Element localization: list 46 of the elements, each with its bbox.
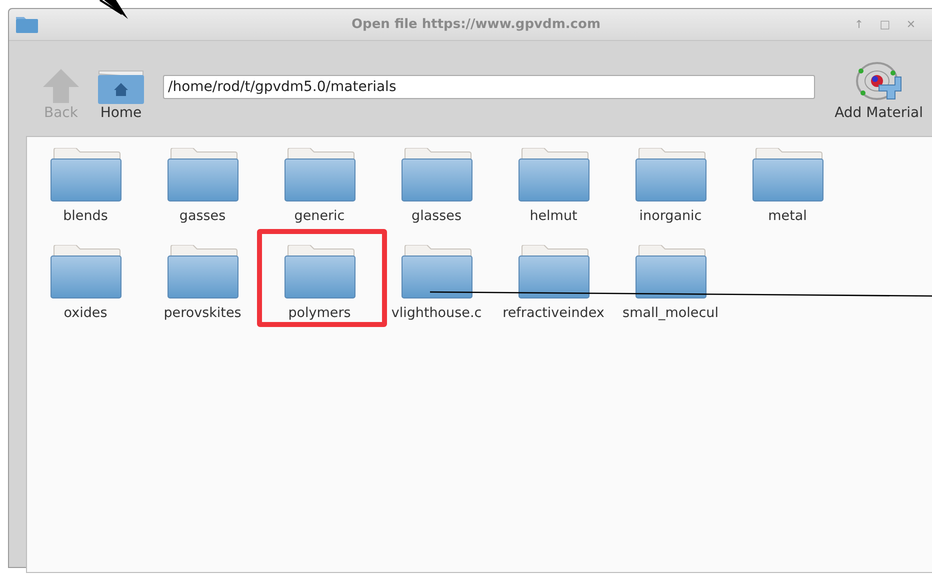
folder-item[interactable]: oxides — [27, 243, 144, 340]
folder-item[interactable]: perovskites — [144, 243, 261, 340]
folder-item[interactable]: vlighthouse.c — [378, 243, 495, 340]
folder-name: vlighthouse.c — [391, 305, 482, 321]
home-button[interactable]: Home — [93, 69, 149, 129]
folder-name: glasses — [412, 208, 462, 224]
home-folder-icon — [97, 69, 145, 105]
folder-item[interactable]: polymers — [261, 243, 378, 340]
folder-item[interactable]: small_molecul — [612, 243, 729, 340]
folder-item[interactable]: blends — [27, 146, 144, 243]
folder-item[interactable]: refractiveindex — [495, 243, 612, 340]
folder-item[interactable]: metal — [729, 146, 846, 243]
folder-icon — [15, 16, 39, 34]
window-title: Open file https://www.gpvdm.com — [350, 17, 602, 32]
folder-name: generic — [294, 208, 345, 224]
folder-item[interactable]: generic — [261, 146, 378, 243]
folder-name: helmut — [530, 208, 578, 224]
folder-name: gasses — [179, 208, 226, 224]
folder-icon — [284, 245, 356, 299]
folder-name: polymers — [288, 305, 351, 321]
folder-icon — [50, 245, 122, 299]
folder-icon — [518, 245, 590, 299]
folder-item[interactable]: helmut — [495, 146, 612, 243]
folder-icon — [284, 148, 356, 202]
folder-icon — [50, 148, 122, 202]
folder-name: metal — [768, 208, 807, 224]
folder-name: refractiveindex — [502, 305, 604, 321]
folder-icon — [752, 148, 824, 202]
add-material-button[interactable]: Add Material — [830, 61, 927, 129]
up-arrow-icon — [41, 67, 81, 105]
folder-name: small_molecul — [622, 305, 718, 321]
folder-item[interactable]: inorganic — [612, 146, 729, 243]
folder-icon — [400, 148, 472, 202]
folder-icon — [166, 148, 238, 202]
folder-item[interactable]: glasses — [378, 146, 495, 243]
folder-name: inorganic — [639, 208, 702, 224]
folder-name: blends — [63, 208, 108, 224]
folder-icon — [634, 148, 706, 202]
folder-icon — [400, 245, 472, 299]
folder-item[interactable]: gasses — [144, 146, 261, 243]
folder-name: oxides — [64, 305, 108, 321]
folder-icon — [518, 148, 590, 202]
folder-icon — [166, 245, 238, 299]
path-field[interactable]: /home/rod/t/gpvdm5.0/materials — [163, 75, 815, 99]
folder-icon — [634, 245, 706, 299]
folder-name: perovskites — [164, 305, 242, 321]
